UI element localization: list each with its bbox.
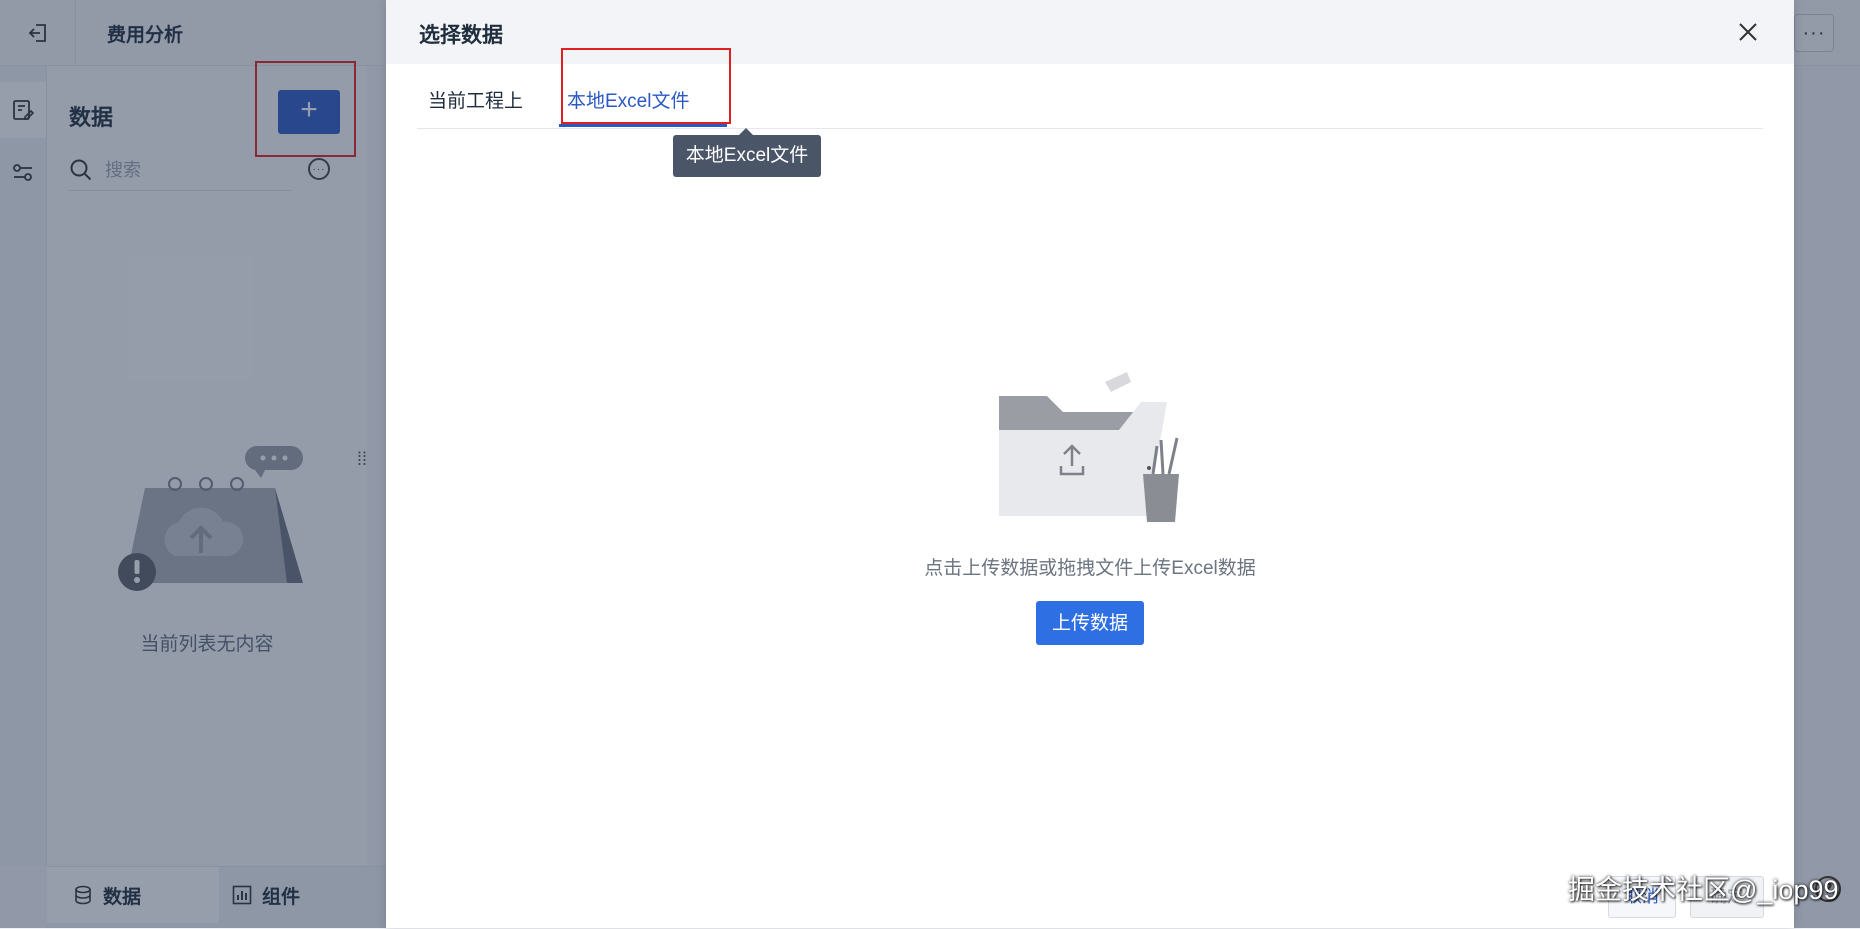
watermark-text: 掘金技术社区@_iop99 — [1568, 875, 1839, 905]
select-data-dialog: 选择数据 当前工程上 本地Excel文件 点击上传数据或拖拽文件上传Excel数… — [386, 0, 1794, 928]
tab-tooltip: 本地Excel文件 — [673, 128, 821, 177]
close-button[interactable] — [1734, 18, 1762, 46]
active-tab-indicator — [559, 124, 727, 127]
upload-hint-text: 点击上传数据或拖拽文件上传Excel数据 — [924, 558, 1256, 579]
close-icon — [1739, 23, 1757, 41]
annotation-highlight-tab — [561, 48, 731, 124]
tab-current-project[interactable]: 当前工程上 — [428, 86, 523, 113]
dialog-title: 选择数据 — [419, 24, 503, 47]
folder-upload-icon — [999, 372, 1179, 522]
upload-data-button[interactable]: 上传数据 — [1036, 601, 1144, 645]
upload-illustration — [997, 370, 1183, 531]
